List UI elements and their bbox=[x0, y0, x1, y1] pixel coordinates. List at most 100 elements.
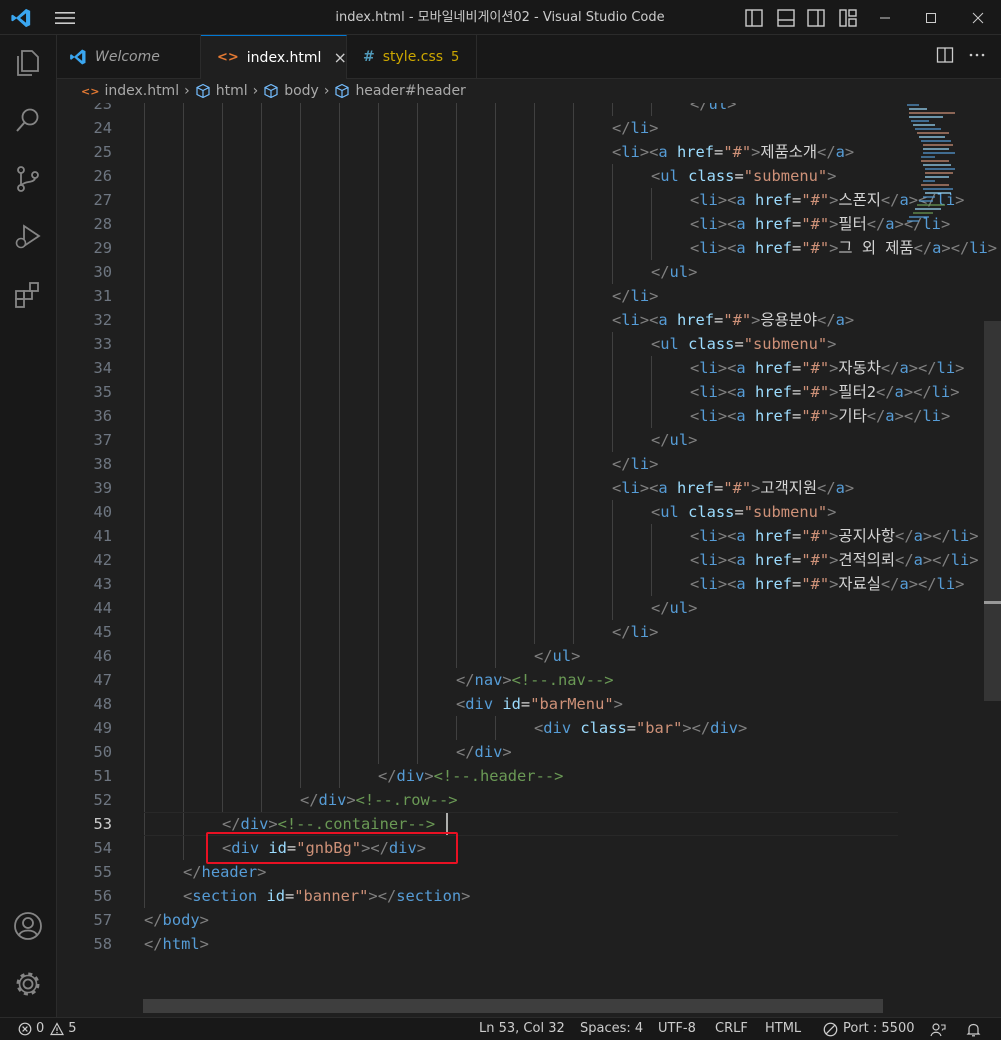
breadcrumb-label: html bbox=[215, 83, 248, 99]
vertical-scrollbar[interactable] bbox=[984, 321, 1001, 701]
run-and-debug-icon[interactable] bbox=[12, 221, 44, 253]
line-number: 42 bbox=[93, 551, 112, 569]
code-line[interactable]: 50 </div> bbox=[57, 740, 897, 764]
scrollbar-cursor-marker bbox=[984, 601, 1001, 604]
code-line[interactable]: 55 </header> bbox=[57, 860, 897, 884]
code-line[interactable]: 27 <li><a href="#">스폰지</a></li> bbox=[57, 188, 964, 212]
code-line[interactable]: 53 </div><!--.container--> bbox=[57, 812, 897, 836]
code-line[interactable]: 30 </ul> bbox=[57, 260, 897, 284]
maximize-button[interactable] bbox=[908, 0, 954, 35]
code-text: <li><a href="#">응용분야</a> bbox=[612, 311, 855, 329]
code-line[interactable]: 38 </li> bbox=[57, 452, 897, 476]
line-number: 23 bbox=[93, 103, 112, 113]
html-file-icon: <> bbox=[81, 84, 100, 98]
code-editor[interactable]: 23 </ul> 24 </li> 25 <li><a href="#">제품소개</a>… bbox=[57, 103, 1001, 1017]
eol-status[interactable]: CRLF bbox=[715, 1018, 748, 1040]
tab-welcome[interactable]: Welcome bbox=[57, 35, 201, 79]
code-line[interactable]: 57 </body> bbox=[57, 908, 897, 932]
close-window-button[interactable] bbox=[955, 0, 1001, 35]
breadcrumb-item-header[interactable]: header#header bbox=[334, 83, 466, 99]
code-line[interactable]: 58 </html> bbox=[57, 932, 897, 956]
code-text: </div><!--.header--> bbox=[378, 767, 564, 785]
chevron-right-icon: › bbox=[252, 83, 259, 99]
tab-index-html[interactable]: <> index.html × bbox=[201, 35, 347, 79]
code-line[interactable]: 43 <li><a href="#">자료실</a></li> bbox=[57, 572, 964, 596]
code-line[interactable]: 31 </li> bbox=[57, 284, 897, 308]
line-number: 34 bbox=[93, 359, 112, 377]
toggle-primary-sidebar-icon[interactable] bbox=[744, 8, 764, 28]
indentation-status[interactable]: Spaces: 4 bbox=[580, 1018, 643, 1040]
breadcrumb-item-html[interactable]: html bbox=[195, 83, 248, 99]
code-line[interactable]: 49 <div class="bar"></div> bbox=[57, 716, 897, 740]
code-line[interactable]: 23 </ul> bbox=[57, 103, 897, 116]
code-text: </li> bbox=[612, 623, 659, 641]
line-number: 25 bbox=[93, 143, 112, 161]
tab-label: index.html bbox=[246, 49, 322, 66]
problems-status[interactable]: 0 5 bbox=[18, 1018, 77, 1040]
code-text: </ul> bbox=[534, 647, 581, 665]
line-number: 57 bbox=[93, 911, 112, 929]
code-line[interactable]: 25 <li><a href="#">제품소개</a> bbox=[57, 140, 897, 164]
code-line[interactable]: 34 <li><a href="#">자동차</a></li> bbox=[57, 356, 964, 380]
customize-layout-icon[interactable] bbox=[838, 8, 858, 28]
notifications-bell-icon[interactable] bbox=[966, 1022, 981, 1037]
code-line[interactable]: 40 <ul class="submenu"> bbox=[57, 500, 897, 524]
accounts-icon[interactable] bbox=[12, 910, 44, 942]
code-line[interactable]: 42 <li><a href="#">견적의뢰</a></li> bbox=[57, 548, 978, 572]
code-line[interactable]: 28 <li><a href="#">필터</a></li> bbox=[57, 212, 950, 236]
code-line[interactable]: 39 <li><a href="#">고객지원</a> bbox=[57, 476, 897, 500]
toggle-panel-icon[interactable] bbox=[776, 8, 796, 28]
code-line[interactable]: 52 </div><!--.row--> bbox=[57, 788, 897, 812]
horizontal-scrollbar[interactable] bbox=[143, 999, 883, 1013]
css-file-icon: # bbox=[363, 49, 375, 65]
code-line[interactable]: 41 <li><a href="#">공지사항</a></li> bbox=[57, 524, 978, 548]
toggle-secondary-sidebar-icon[interactable] bbox=[806, 8, 826, 28]
code-line[interactable]: 45 </li> bbox=[57, 620, 897, 644]
code-line[interactable]: 54 <div id="gnbBg"></div> bbox=[57, 836, 897, 860]
explorer-icon[interactable] bbox=[12, 47, 44, 79]
element-cube-icon bbox=[196, 83, 210, 99]
code-line[interactable]: 35 <li><a href="#">필터2</a></li> bbox=[57, 380, 959, 404]
cursor-position[interactable]: Ln 53, Col 32 bbox=[479, 1018, 565, 1040]
source-control-icon[interactable] bbox=[12, 163, 44, 195]
code-line[interactable]: 24 </li> bbox=[57, 116, 897, 140]
split-editor-icon[interactable] bbox=[935, 45, 955, 65]
vscode-logo-icon bbox=[70, 49, 86, 65]
code-line[interactable]: 36 <li><a href="#">기타</a></li> bbox=[57, 404, 950, 428]
tab-style-css[interactable]: # style.css 5 bbox=[347, 35, 477, 79]
code-line[interactable]: 48 <div id="barMenu"> bbox=[57, 692, 897, 716]
code-line[interactable]: 26 <ul class="submenu"> bbox=[57, 164, 897, 188]
code-line[interactable]: 46 </ul> bbox=[57, 644, 897, 668]
code-line[interactable]: 47 </nav><!--.nav--> bbox=[57, 668, 897, 692]
line-number: 55 bbox=[93, 863, 112, 881]
code-line[interactable]: 51 </div><!--.header--> bbox=[57, 764, 897, 788]
warning-count: 5 bbox=[68, 1021, 77, 1036]
close-icon bbox=[972, 12, 984, 23]
manage-gear-icon[interactable] bbox=[12, 968, 44, 1000]
code-line[interactable]: 37 </ul> bbox=[57, 428, 897, 452]
breadcrumb-item-file[interactable]: <> index.html bbox=[81, 83, 179, 99]
close-tab-icon[interactable]: × bbox=[333, 48, 346, 67]
more-actions-icon[interactable] bbox=[967, 45, 987, 65]
extensions-icon[interactable] bbox=[12, 279, 44, 311]
live-server-port[interactable]: Port : 5500 bbox=[823, 1018, 915, 1040]
hamburger-menu-icon[interactable] bbox=[54, 10, 76, 26]
code-text: <li><a href="#">제품소개</a> bbox=[612, 143, 855, 161]
code-text: <li><a href="#">견적의뢰</a></li> bbox=[690, 551, 979, 569]
code-text: </nav><!--.nav--> bbox=[456, 671, 614, 689]
code-line[interactable]: 33 <ul class="submenu"> bbox=[57, 332, 897, 356]
code-line[interactable]: 29 <li><a href="#">그 외 제품</a></li> bbox=[57, 236, 997, 260]
code-line[interactable]: 32 <li><a href="#">응용분야</a> bbox=[57, 308, 897, 332]
minimap[interactable] bbox=[905, 103, 967, 233]
language-mode[interactable]: HTML bbox=[765, 1018, 801, 1040]
breadcrumb-item-body[interactable]: body bbox=[263, 83, 319, 99]
minimize-button[interactable] bbox=[862, 0, 908, 35]
code-text: <div class="bar"></div> bbox=[534, 719, 748, 737]
search-icon[interactable] bbox=[12, 105, 44, 137]
code-line[interactable]: 56 <section id="banner"></section> bbox=[57, 884, 897, 908]
encoding-status[interactable]: UTF-8 bbox=[658, 1018, 696, 1040]
feedback-icon[interactable] bbox=[930, 1022, 946, 1037]
code-text: </ul> bbox=[690, 103, 737, 113]
code-line[interactable]: 44 </ul> bbox=[57, 596, 897, 620]
line-number: 53 bbox=[93, 815, 112, 833]
